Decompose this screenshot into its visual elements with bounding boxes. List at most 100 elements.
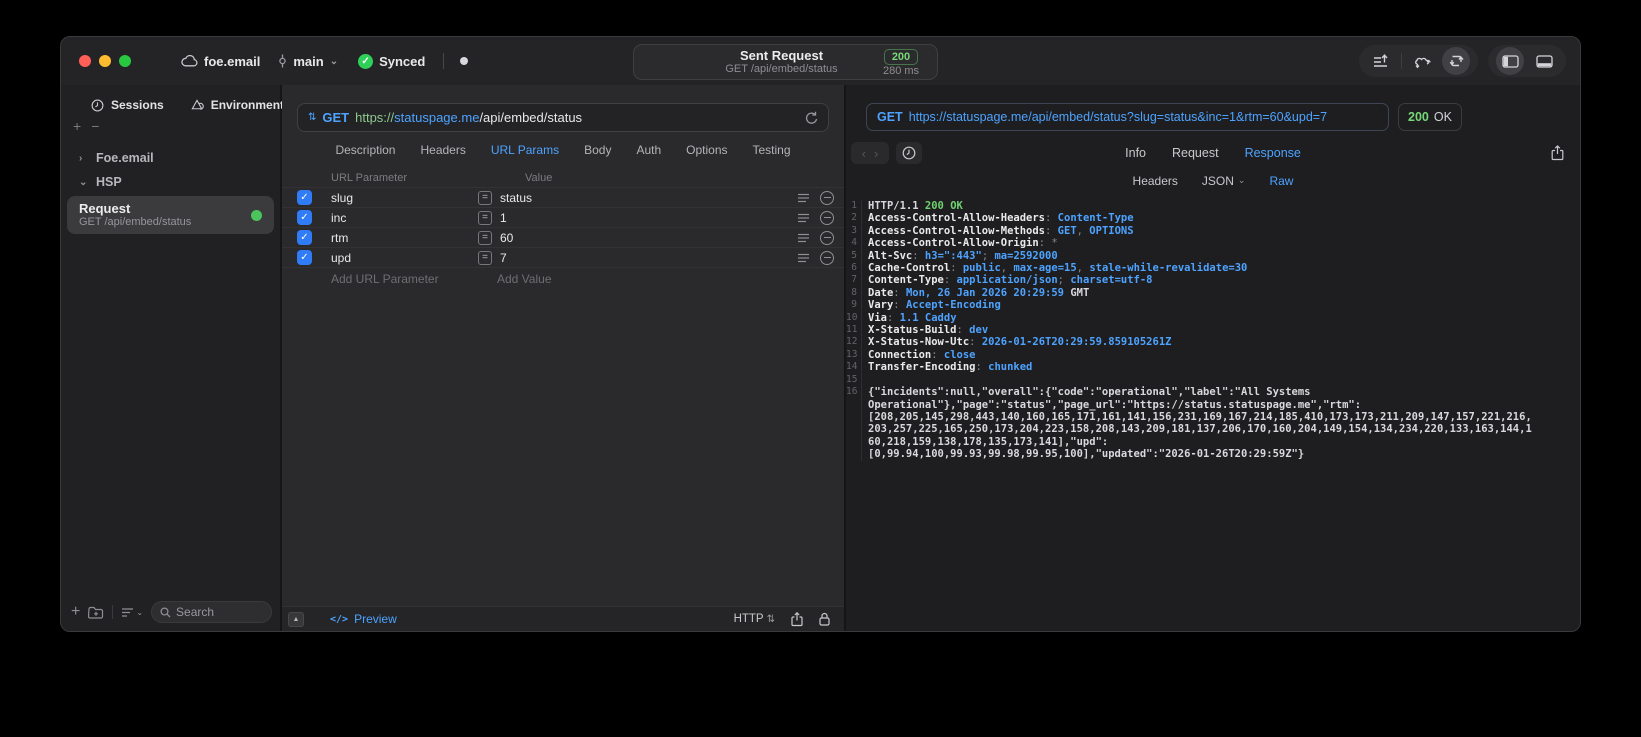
sidebar-tab-environments[interactable]: Environments <box>190 98 291 112</box>
synced-check-icon: ✓ <box>358 53 374 69</box>
export-lines-icon[interactable] <box>1367 47 1395 75</box>
request-status-pill[interactable]: Sent Request GET /api/embed/status 200 2… <box>633 44 938 80</box>
line-text: [208,205,145,298,443,140,160,165,171,161… <box>868 410 1532 423</box>
reorder-lines-icon[interactable] <box>797 233 810 243</box>
response-body[interactable]: 1 HTTP/1.1 200 OK 2 Access-Control-Allow-He… <box>846 193 1580 631</box>
preview-button[interactable]: </> Preview <box>330 612 397 626</box>
lock-icon[interactable] <box>819 612 830 626</box>
remove-param-icon[interactable] <box>820 190 834 205</box>
param-name[interactable]: rtm <box>331 231 459 245</box>
response-line: 5 Alt-Svc: h3=":443"; ma=2592000 <box>846 249 1580 263</box>
param-row-upd[interactable]: ✓ upd = 7 <box>282 247 844 267</box>
param-name[interactable]: inc <box>331 211 459 225</box>
request-url-bar[interactable]: ⇅ GET https://statuspage.me/api/embed/st… <box>297 103 829 132</box>
param-value[interactable]: 60 <box>500 231 797 245</box>
reorder-lines-icon[interactable] <box>797 213 810 223</box>
request-duration: 280 ms <box>882 64 920 77</box>
zoom-window-button[interactable] <box>119 55 131 67</box>
protocol-selector[interactable]: HTTP ⇅ <box>734 613 775 625</box>
response-tab-response[interactable]: Response <box>1245 146 1301 160</box>
response-tab-request[interactable]: Request <box>1172 146 1219 160</box>
line-text: Date: Mon, 26 Jan 2026 20:29:59 GMT <box>868 286 1090 299</box>
request-method[interactable]: GET <box>322 110 349 125</box>
left-sidebar-toggle-icon[interactable] <box>1496 47 1524 75</box>
sidebar-item-hsp[interactable]: ⌄ HSP <box>61 170 280 194</box>
sidebar-add-icon[interactable]: + <box>73 118 81 134</box>
line-text: 60,218,159,138,178,135,173,141],"upd": <box>868 435 1109 448</box>
request-tab-body[interactable]: Body <box>584 143 611 157</box>
refresh-icon[interactable] <box>805 111 818 125</box>
line-number: 11 <box>846 324 862 337</box>
branch-name[interactable]: main <box>293 54 323 69</box>
add-param-row[interactable]: Add URL Parameter Add Value <box>282 267 844 289</box>
method-stepper-icon[interactable]: ⇅ <box>308 112 316 123</box>
branch-chevron-down-icon[interactable]: ⌄ <box>330 56 338 67</box>
search-icon <box>160 606 171 618</box>
project-name[interactable]: foe.email <box>204 54 260 69</box>
param-checkbox[interactable]: ✓ <box>297 230 312 245</box>
expand-panel-icon[interactable]: ▲ <box>288 611 304 627</box>
param-row-slug[interactable]: ✓ slug = status <box>282 187 844 207</box>
request-tab-description[interactable]: Description <box>335 143 395 157</box>
line-number: 5 <box>846 249 862 263</box>
minimize-window-button[interactable] <box>99 55 111 67</box>
sidebar-bottom-divider <box>112 605 114 619</box>
sidebar-remove-icon[interactable]: − <box>91 118 99 134</box>
response-subtab-headers[interactable]: Headers <box>1133 174 1178 188</box>
sidebar-tab-label: Environments <box>210 98 291 112</box>
equals-icon[interactable]: = <box>478 230 492 245</box>
equals-icon[interactable]: = <box>478 250 492 265</box>
add-param-name-placeholder[interactable]: Add URL Parameter <box>331 272 497 286</box>
response-line: 15 <box>846 373 1580 387</box>
response-line: 12 X-Status-Now-Utc: 2026-01-26T20:29:59.… <box>846 336 1580 349</box>
new-request-icon[interactable]: + <box>71 603 80 621</box>
bottom-panel-toggle-icon[interactable] <box>1530 47 1558 75</box>
new-folder-icon[interactable] <box>88 606 104 619</box>
line-number: 13 <box>846 348 862 362</box>
sidebar-request-item[interactable]: Request GET /api/embed/status <box>67 196 274 234</box>
resend-request-icon[interactable] <box>1442 47 1470 75</box>
param-name[interactable]: slug <box>331 191 459 205</box>
param-row-rtm[interactable]: ✓ rtm = 60 <box>282 227 844 247</box>
remove-param-icon[interactable] <box>820 250 834 265</box>
swap-arrows-icon[interactable] <box>1408 47 1436 75</box>
reorder-lines-icon[interactable] <box>797 253 810 263</box>
equals-icon[interactable]: = <box>478 210 492 225</box>
chevron-down-icon[interactable]: ⌄ <box>79 177 87 188</box>
param-checkbox[interactable]: ✓ <box>297 250 312 265</box>
param-value[interactable]: 7 <box>500 251 797 265</box>
param-row-inc[interactable]: ✓ inc = 1 <box>282 207 844 227</box>
reorder-lines-icon[interactable] <box>797 193 810 203</box>
share-icon[interactable] <box>791 611 803 627</box>
request-tab-testing[interactable]: Testing <box>753 143 791 157</box>
sort-list-icon[interactable]: ⌄ <box>121 607 143 618</box>
close-window-button[interactable] <box>79 55 91 67</box>
sidebar-search-input[interactable]: Search <box>151 601 272 623</box>
response-subtab-label: JSON <box>1201 173 1234 188</box>
sidebar-tab-sessions[interactable]: Sessions <box>91 98 164 112</box>
response-tab-info[interactable]: Info <box>1125 146 1146 160</box>
equals-icon[interactable]: = <box>478 190 492 205</box>
session-dot-icon[interactable] <box>460 57 469 65</box>
remove-param-icon[interactable] <box>820 230 834 245</box>
line-number <box>846 448 862 461</box>
line-text: Access-Control-Allow-Methods: GET, OPTIO… <box>868 224 1134 237</box>
request-tab-auth[interactable]: Auth <box>636 143 661 157</box>
chevron-right-icon[interactable]: › <box>79 153 87 164</box>
response-share-icon[interactable] <box>1551 145 1564 161</box>
sidebar-item-foe-email[interactable]: › Foe.email <box>61 146 280 170</box>
remove-param-icon[interactable] <box>820 210 834 225</box>
response-subtab-json[interactable]: JSON ⌄ <box>1202 174 1246 188</box>
param-value[interactable]: 1 <box>500 211 797 225</box>
request-tab-url-params[interactable]: URL Params <box>491 143 559 157</box>
param-checkbox[interactable]: ✓ <box>297 190 312 205</box>
response-url-box[interactable]: GET https://statuspage.me/api/embed/stat… <box>866 103 1389 131</box>
response-subtab-raw[interactable]: Raw <box>1269 174 1293 188</box>
param-name[interactable]: upd <box>331 251 459 265</box>
response-line: Operational"},"page":"status","page_url"… <box>846 398 1580 411</box>
request-tab-headers[interactable]: Headers <box>420 143 465 157</box>
add-param-value-placeholder[interactable]: Add Value <box>497 272 552 286</box>
param-checkbox[interactable]: ✓ <box>297 210 312 225</box>
param-value[interactable]: status <box>500 191 797 205</box>
request-tab-options[interactable]: Options <box>686 143 727 157</box>
